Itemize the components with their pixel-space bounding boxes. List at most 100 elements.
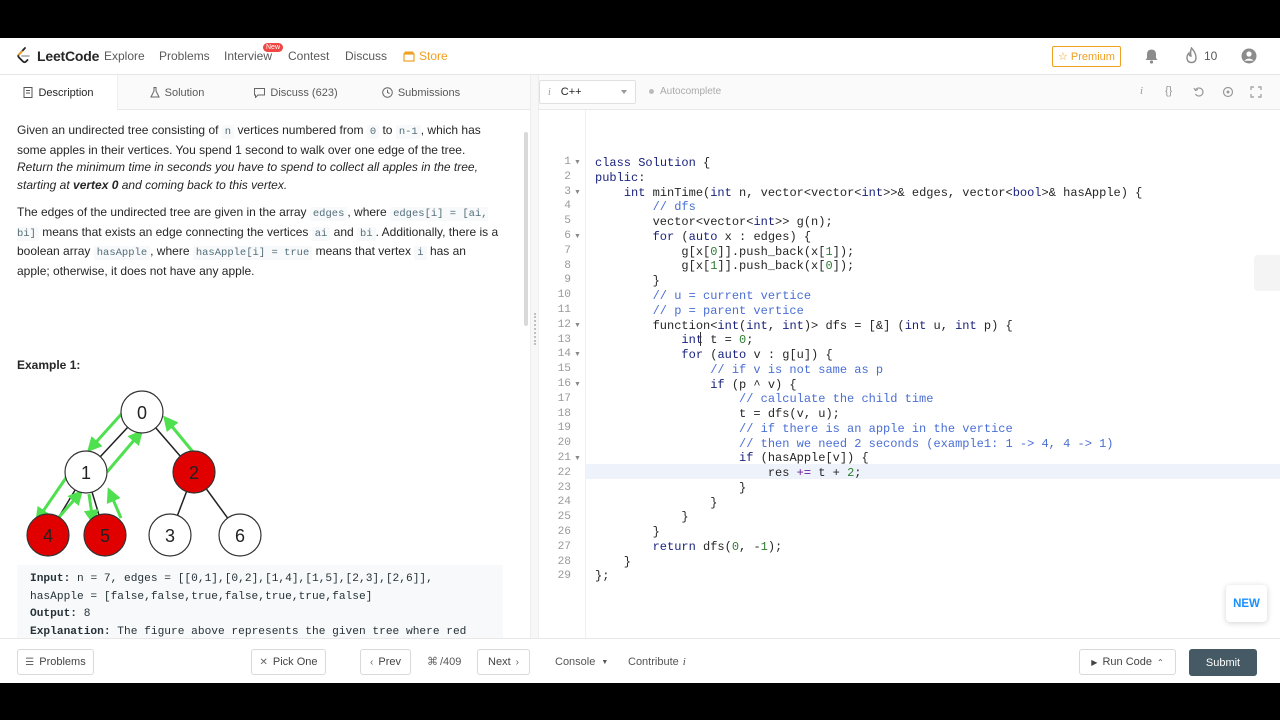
problems-button-label: Problems [39,656,86,668]
code-ai: ai [311,226,331,241]
fire-icon[interactable] [1185,47,1198,64]
nav-store-label: Store [419,49,448,63]
description-scrollbar[interactable] [522,110,530,638]
code-line: function<int(int, int)> dfs = [&] (int u… [595,319,1013,333]
code-content[interactable]: class Solution { public: int minTime(int… [595,110,1142,583]
tab-discuss[interactable]: Discuss (623) [236,75,356,110]
submit-button[interactable]: Submit [1189,649,1257,676]
shuffle-icon: ✕ [259,656,268,668]
nav-contest[interactable]: Contest [288,49,329,63]
input-text: n = 7, edges = [[0,1],[0,2],[1,4],[1,5],… [30,573,433,603]
drag-handle-icon[interactable] [534,313,536,345]
code-n: n [221,125,235,139]
info-icon[interactable]: i [1140,85,1143,97]
reset-icon[interactable] [1193,86,1205,98]
pick-one-label: Pick One [272,656,318,668]
code-line: // dfs [652,200,696,214]
top-navbar: LeetCode Explore Problems Interview New … [0,38,1280,75]
code-line: for (auto v : g[u]) { [681,348,833,362]
prev-button[interactable]: ‹ Prev [360,649,411,675]
line-number: 10 [557,289,571,302]
nav-discuss[interactable]: Discuss [345,49,387,63]
fold-arrow-icon[interactable]: ▼ [574,381,581,388]
code-zero: 0 [366,125,380,139]
fold-arrow-icon[interactable]: ▼ [574,159,581,166]
line-number: 22 [557,466,571,479]
tab-solution[interactable]: Solution [118,75,236,110]
green-arrow [86,408,127,453]
code-line: public: [595,171,646,185]
nav-problems[interactable]: Problems [159,49,210,63]
code-line: if (p ^ v) { [710,378,797,392]
code-line: class Solution { [595,156,711,170]
code-line: if (hasApple[v]) { [739,451,869,465]
fullscreen-icon[interactable] [1250,86,1262,98]
puzzle-icon: ⌘ [427,656,438,668]
next-button[interactable]: Next › [477,649,530,675]
italic-text: Return the minimum time in seconds you h… [17,160,478,192]
code-line: } [595,555,632,569]
chevron-down-icon [621,90,627,94]
fold-arrow-icon[interactable]: ▼ [574,351,581,358]
fold-arrow-icon[interactable]: ▼ [574,189,581,196]
avatar-icon[interactable] [1241,48,1257,64]
description-text: Given an undirected tree consisting of n… [17,122,501,290]
tree-node-label: 2 [189,463,199,483]
green-arrow [106,487,123,519]
tree-node-label: 6 [235,526,245,546]
new-badge: New [263,43,284,52]
example-io-box: Input: n = 7, edges = [[0,1],[0,2],[1,4]… [17,565,503,638]
line-number: 16 [557,378,571,390]
problems-list-button[interactable]: ☰ Problems [17,649,94,675]
panel-splitter[interactable] [530,75,539,638]
code-line: // calculate the child time [739,392,934,406]
code-line: // if v is not same as p [710,363,884,377]
code-line: int t = 0; [681,333,754,347]
description-paragraph-1: Given an undirected tree consisting of n… [17,122,501,195]
code-editor[interactable]: 1 ▼ 2 3 ▼ 4 5 6 ▼ 7 8 9 10 11 12 ▼ 13 14 ▼ 15 16 ▼ 17 18 19 20 21 ▼… [539,110,1280,638]
fold-arrow-icon[interactable]: ▼ [574,455,581,462]
leetcode-logo[interactable]: LeetCode [16,47,99,65]
fold-arrow-icon[interactable]: ▼ [574,233,581,240]
line-number: 5 [564,215,571,228]
info-icon: i [548,86,551,98]
code-line: } [595,525,660,539]
example-input: Input: n = 7, edges = [[0,1],[0,2],[1,4]… [30,571,490,606]
nav-explore[interactable]: Explore [104,49,145,63]
console-label: Console [555,656,596,668]
text: , where [347,204,391,219]
prev-label: Prev [378,656,401,668]
console-toggle[interactable]: Console ▼ [555,656,608,668]
contribute-label: Contribute [628,656,679,668]
leetcode-logo-icon [17,47,30,64]
side-panel-tab[interactable] [1254,255,1280,291]
contribute-link[interactable]: Contribute i [628,656,686,668]
code-n-minus-1: n-1 [395,125,421,139]
description-icon [23,87,33,98]
settings-icon[interactable] [1222,86,1234,98]
line-number: 3 [564,185,571,198]
autocomplete-toggle[interactable]: Autocomplete [649,86,721,97]
new-feature-button[interactable]: NEW [1226,585,1267,622]
run-code-button[interactable]: ▶ Run Code ⌃ [1079,649,1176,675]
leetcode-page: LeetCode Explore Problems Interview New … [0,38,1280,683]
braces-icon[interactable]: {} [1165,85,1172,97]
tab-description[interactable]: Description [0,75,118,110]
store-icon [403,51,415,62]
logo-text: LeetCode [37,48,100,64]
fold-arrow-icon[interactable]: ▼ [574,322,581,329]
line-number: 7 [564,244,571,257]
line-number: 28 [557,555,571,568]
bell-icon[interactable] [1144,48,1159,64]
nav-store[interactable]: Store [403,49,448,63]
run-code-label: Run Code [1102,656,1152,668]
line-number: 2 [564,170,571,183]
language-select[interactable]: i C++ [539,80,636,104]
pick-one-button[interactable]: ✕ Pick One [251,649,326,675]
tab-submissions[interactable]: Submissions [356,75,486,110]
code-hasapple-true: hasApple[i] = true [192,246,313,261]
premium-button[interactable]: ☆ Premium [1052,46,1121,67]
code-hasapple: hasApple [93,246,151,261]
code-line: // u = current vertice [652,289,812,303]
scrollbar-thumb[interactable] [524,132,528,326]
